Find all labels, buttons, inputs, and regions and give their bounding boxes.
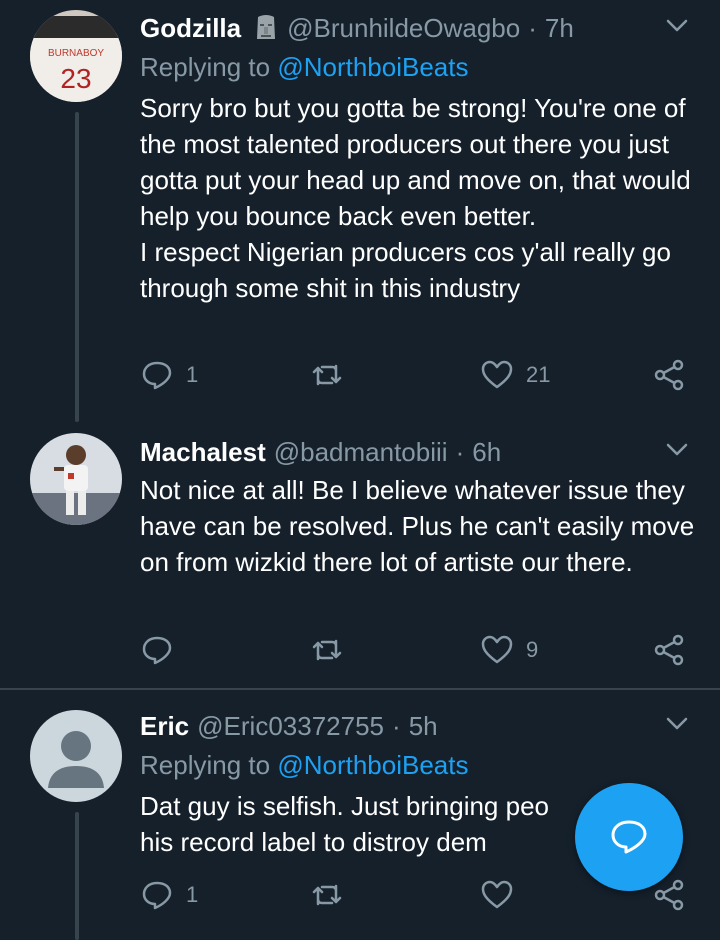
- heart-icon: [481, 880, 513, 909]
- avatar-jersey-text: BURNABOY: [48, 48, 104, 59]
- retweet-button[interactable]: [310, 633, 356, 667]
- like-button[interactable]: [480, 878, 526, 912]
- display-name[interactable]: Godzilla: [140, 13, 241, 44]
- display-name[interactable]: Eric: [140, 711, 189, 742]
- replying-to-handle[interactable]: @NorthboiBeats: [277, 52, 468, 82]
- user-handle[interactable]: @BrunhildeOwagbo: [287, 13, 520, 44]
- moai-emoji-icon: [253, 13, 279, 43]
- reply-button[interactable]: 1: [140, 358, 198, 392]
- user-handle[interactable]: @badmantobiii: [274, 437, 448, 468]
- retweet-button[interactable]: [310, 358, 356, 392]
- reply-icon: [142, 881, 172, 910]
- divider: [0, 688, 720, 690]
- reply-button[interactable]: [140, 633, 186, 667]
- reply-icon: [142, 361, 172, 390]
- tweet-paragraph: Sorry bro but you gotta be strong! You'r…: [140, 93, 691, 231]
- reply-button[interactable]: 1: [140, 878, 198, 912]
- timestamp[interactable]: 6h: [472, 437, 501, 468]
- reply-count: 1: [186, 362, 199, 387]
- share-icon: [654, 359, 684, 391]
- tweet-actions: 1 21: [140, 358, 700, 398]
- retweet-icon: [312, 884, 342, 906]
- default-avatar[interactable]: [30, 710, 122, 802]
- tweet-paragraph: Not nice at all! Be I believe whatever i…: [140, 475, 695, 577]
- separator-dot: ·: [455, 436, 465, 467]
- heart-icon: [481, 635, 513, 664]
- chevron-down-icon[interactable]: [664, 436, 690, 462]
- reply-count: 1: [186, 882, 199, 907]
- tweet-godzilla[interactable]: BURNABOY 23 Godzilla @BrunhildeOwagbo · …: [0, 0, 720, 430]
- share-button[interactable]: [652, 358, 686, 392]
- timestamp[interactable]: 7h: [545, 13, 574, 44]
- retweet-icon: [312, 639, 342, 661]
- display-name[interactable]: Machalest: [140, 437, 266, 468]
- tweet-header: Godzilla @BrunhildeOwagbo · 7h: [140, 8, 574, 48]
- avatar-jersey-number: 23: [60, 63, 91, 94]
- replying-prefix: Replying to: [140, 52, 271, 82]
- thread-line: [75, 812, 79, 940]
- replying-to: Replying to @NorthboiBeats: [140, 750, 468, 781]
- tweet-paragraph: I respect Nigerian producers cos y'all r…: [140, 237, 671, 303]
- reply-icon: [142, 636, 172, 665]
- compose-reply-button[interactable]: [575, 783, 683, 891]
- like-button[interactable]: 9: [480, 633, 538, 667]
- like-count: 21: [526, 362, 551, 387]
- retweet-button[interactable]: [310, 878, 356, 912]
- tweet-text: Sorry bro but you gotta be strong! You'r…: [140, 90, 700, 306]
- replying-to: Replying to @NorthboiBeats: [140, 52, 468, 83]
- share-button[interactable]: [652, 633, 686, 667]
- thread-line: [75, 112, 79, 422]
- tweet-actions: 9: [140, 633, 700, 673]
- compose-reply-icon: [611, 820, 647, 854]
- like-count: 9: [526, 637, 539, 662]
- replying-to-handle[interactable]: @NorthboiBeats: [277, 750, 468, 780]
- avatar[interactable]: BURNABOY 23: [30, 10, 122, 102]
- heart-icon: [481, 360, 513, 389]
- chevron-down-icon[interactable]: [664, 12, 690, 38]
- tweet-text: Not nice at all! Be I believe whatever i…: [140, 472, 700, 580]
- like-button[interactable]: 21: [480, 358, 550, 392]
- tweet-header: Machalest @badmantobiii · 6h: [140, 432, 501, 472]
- avatar[interactable]: [30, 433, 122, 525]
- tweet-header: Eric @Eric03372755 · 5h: [140, 706, 438, 746]
- user-handle[interactable]: @Eric03372755: [197, 711, 384, 742]
- separator-dot: ·: [528, 12, 537, 43]
- share-icon: [654, 634, 684, 666]
- tweet-machalest[interactable]: Machalest @badmantobiii · 6h Not nice at…: [0, 430, 720, 690]
- retweet-icon: [312, 364, 342, 386]
- timestamp[interactable]: 5h: [409, 711, 438, 742]
- chevron-down-icon[interactable]: [664, 710, 690, 736]
- separator-dot: ·: [392, 710, 401, 741]
- replying-prefix: Replying to: [140, 750, 271, 780]
